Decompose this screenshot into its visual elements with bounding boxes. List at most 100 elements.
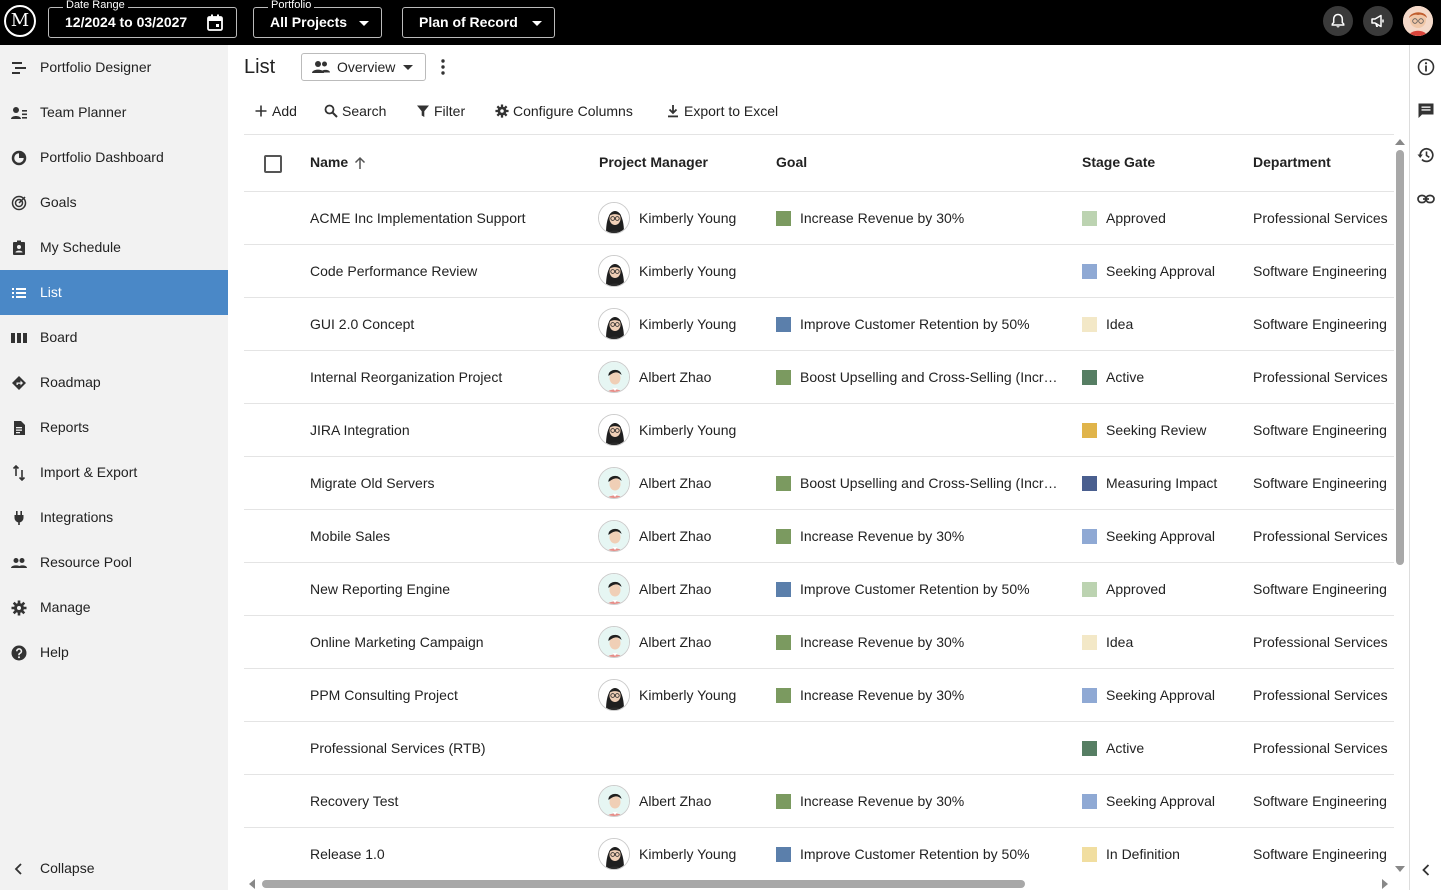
table-row[interactable]: GUI 2.0 Concept Kimberly Young Improve Cus… bbox=[244, 298, 1394, 351]
table-row[interactable]: PPM Consulting Project Kimberly Young Incr… bbox=[244, 669, 1394, 722]
table-row[interactable]: Code Performance Review Kimberly Young See… bbox=[244, 245, 1394, 298]
sidebar-item-goals[interactable]: Goals bbox=[0, 180, 228, 225]
goal-color-swatch bbox=[776, 370, 791, 385]
sidebar-item-help[interactable]: Help bbox=[0, 630, 228, 675]
goal-color-swatch bbox=[776, 317, 791, 332]
comments-icon[interactable] bbox=[1417, 102, 1435, 120]
sidebar-item-team-planner[interactable]: Team Planner bbox=[0, 90, 228, 135]
project-name-cell[interactable]: Professional Services (RTB) bbox=[310, 722, 590, 774]
chevron-left-icon[interactable] bbox=[1417, 861, 1435, 879]
sidebar-item-portfolio-dashboard[interactable]: Portfolio Dashboard bbox=[0, 135, 228, 180]
sidebar-item-resource-pool[interactable]: Resource Pool bbox=[0, 540, 228, 585]
reports-icon bbox=[14, 421, 25, 435]
project-manager-cell: Albert Zhao bbox=[639, 581, 712, 597]
table-row[interactable]: JIRA Integration Kimberly Young Seeking Re… bbox=[244, 404, 1394, 457]
portfolio-select[interactable]: Portfolio All Projects bbox=[253, 0, 382, 38]
stage-gate-cell: Seeking Approval bbox=[1106, 793, 1215, 809]
select-all-checkbox[interactable] bbox=[264, 155, 282, 173]
table-row[interactable]: New Reporting Engine Albert Zhao Improve C… bbox=[244, 563, 1394, 616]
project-name-cell[interactable]: ACME Inc Implementation Support bbox=[310, 192, 590, 244]
sidebar-item-my-schedule[interactable]: My Schedule bbox=[0, 225, 228, 270]
scenario-select[interactable]: Plan of Record bbox=[402, 7, 555, 38]
project-name-cell[interactable]: Recovery Test bbox=[310, 775, 590, 827]
goal-color-swatch bbox=[776, 794, 791, 809]
project-name-cell[interactable]: Mobile Sales bbox=[310, 510, 590, 562]
department-cell: Professional Services bbox=[1253, 740, 1388, 756]
column-header-label: Name bbox=[310, 154, 349, 170]
people-icon bbox=[312, 61, 330, 73]
link-icon[interactable] bbox=[1417, 190, 1435, 208]
table-row[interactable]: Mobile Sales Albert Zhao Increase Revenue … bbox=[244, 510, 1394, 563]
chevron-down-icon bbox=[359, 21, 369, 26]
project-name-cell[interactable]: Release 1.0 bbox=[310, 828, 590, 876]
calendar-icon[interactable] bbox=[207, 14, 223, 31]
avatar bbox=[598, 520, 630, 552]
right-rail bbox=[1409, 45, 1441, 890]
table-row[interactable]: Migrate Old Servers Albert Zhao Boost Upse… bbox=[244, 457, 1394, 510]
project-name-cell[interactable]: Online Marketing Campaign bbox=[310, 616, 590, 668]
table-row[interactable]: Internal Reorganization Project Albert Zh… bbox=[244, 351, 1394, 404]
sidebar-item-import-export[interactable]: Import & Export bbox=[0, 450, 228, 495]
sidebar-item-label: Resource Pool bbox=[40, 554, 132, 570]
notifications-button[interactable] bbox=[1323, 6, 1353, 36]
announcements-button[interactable] bbox=[1363, 6, 1393, 36]
more-options-icon[interactable] bbox=[436, 58, 450, 76]
table-row[interactable]: Release 1.0 Kimberly Young Improve Custome… bbox=[244, 828, 1394, 876]
scroll-down-arrow[interactable] bbox=[1395, 866, 1405, 872]
plus-icon bbox=[255, 105, 267, 117]
sidebar-item-integrations[interactable]: Integrations bbox=[0, 495, 228, 540]
view-selector[interactable]: Overview bbox=[301, 53, 426, 81]
avatar bbox=[598, 467, 630, 499]
sidebar-item-board[interactable]: Board bbox=[0, 315, 228, 360]
goal-cell: Increase Revenue by 30% bbox=[800, 210, 965, 226]
megaphone-icon bbox=[1371, 14, 1384, 28]
history-icon[interactable] bbox=[1417, 146, 1435, 164]
column-header-name[interactable]: Name bbox=[310, 135, 366, 190]
sidebar: Portfolio Designer Team Planner Portfoli… bbox=[0, 45, 228, 890]
search-icon bbox=[324, 104, 338, 118]
sidebar-item-roadmap[interactable]: Roadmap bbox=[0, 360, 228, 405]
table-row[interactable]: Online Marketing Campaign Albert Zhao Incr… bbox=[244, 616, 1394, 669]
page-title: List bbox=[244, 56, 276, 78]
project-name-cell[interactable]: JIRA Integration bbox=[310, 404, 590, 456]
scroll-up-arrow[interactable] bbox=[1395, 139, 1405, 145]
goal-color-swatch bbox=[776, 688, 791, 703]
table-row[interactable]: Professional Services (RTB) Active Profess… bbox=[244, 722, 1394, 775]
table-row[interactable]: ACME Inc Implementation Support Kimberly … bbox=[244, 192, 1394, 245]
column-header-stage-gate[interactable]: Stage Gate bbox=[1082, 135, 1155, 190]
chevron-left-icon bbox=[14, 863, 22, 875]
table-row[interactable]: Recovery Test Albert Zhao Increase Revenue… bbox=[244, 775, 1394, 828]
project-name-cell[interactable]: Code Performance Review bbox=[310, 245, 590, 297]
project-name-cell[interactable]: New Reporting Engine bbox=[310, 563, 590, 615]
sidebar-item-label: Manage bbox=[40, 599, 91, 615]
horizontal-scrollbar[interactable] bbox=[262, 880, 1025, 888]
project-name-cell[interactable]: Migrate Old Servers bbox=[310, 457, 590, 509]
department-cell: Software Engineering bbox=[1253, 581, 1387, 597]
app-logo[interactable]: M bbox=[4, 5, 36, 37]
project-name-cell[interactable]: Internal Reorganization Project bbox=[310, 351, 590, 403]
department-cell: Professional Services bbox=[1253, 634, 1388, 650]
project-name-cell[interactable]: PPM Consulting Project bbox=[310, 669, 590, 721]
stage-color-swatch bbox=[1082, 476, 1097, 491]
sidebar-item-manage[interactable]: Manage bbox=[0, 585, 228, 630]
date-range-field[interactable]: Date Range 12/2024 to 03/2027 bbox=[48, 0, 237, 38]
sidebar-item-reports[interactable]: Reports bbox=[0, 405, 228, 450]
collapse-button[interactable]: Collapse bbox=[0, 846, 228, 890]
sort-ascending-icon[interactable] bbox=[354, 156, 366, 170]
sidebar-item-label: Team Planner bbox=[40, 104, 127, 120]
column-header-department[interactable]: Department bbox=[1253, 135, 1331, 190]
sidebar-item-list[interactable]: List bbox=[0, 270, 228, 315]
stage-color-swatch bbox=[1082, 211, 1097, 226]
stage-color-swatch bbox=[1082, 582, 1097, 597]
project-name-cell[interactable]: GUI 2.0 Concept bbox=[310, 298, 590, 350]
column-header-goal[interactable]: Goal bbox=[776, 135, 807, 190]
sidebar-item-portfolio-designer[interactable]: Portfolio Designer bbox=[0, 45, 228, 90]
list-icon bbox=[12, 288, 26, 298]
user-avatar[interactable] bbox=[1403, 6, 1433, 36]
vertical-scrollbar[interactable] bbox=[1396, 150, 1404, 565]
column-header-project-manager[interactable]: Project Manager bbox=[599, 135, 708, 190]
stage-color-swatch bbox=[1082, 635, 1097, 650]
info-icon[interactable] bbox=[1417, 58, 1435, 76]
scroll-right-arrow[interactable] bbox=[1382, 879, 1388, 889]
scroll-left-arrow[interactable] bbox=[249, 879, 255, 889]
